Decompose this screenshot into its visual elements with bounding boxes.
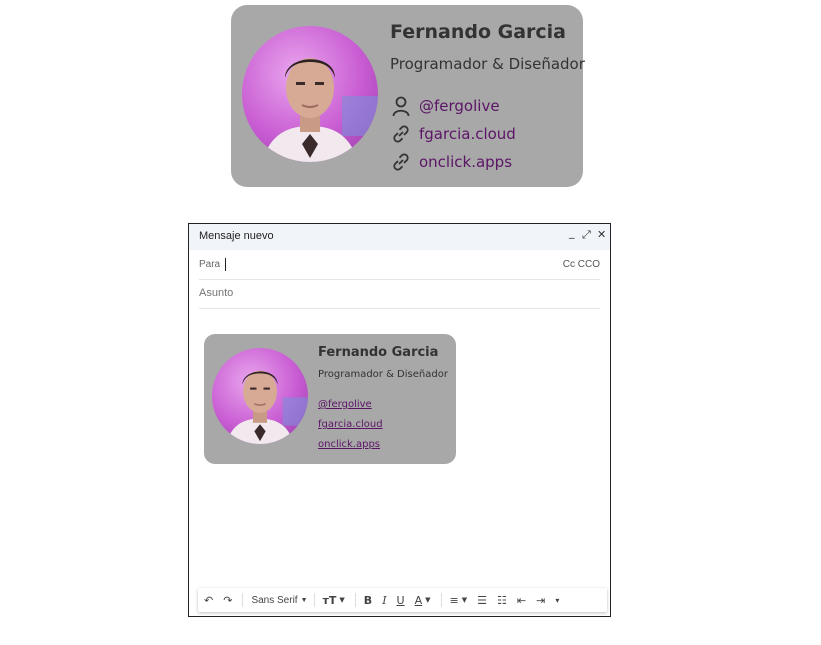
font-select[interactable]: Sans Serif ▼	[251, 595, 307, 606]
signature-link-text[interactable]: @fergolive	[419, 97, 500, 115]
divider	[313, 593, 315, 607]
avatar	[242, 26, 378, 162]
compose-window: Mensaje nuevo _ ⤢ ✕ Para Cc CCO Asunto F…	[188, 223, 611, 617]
chevron-down-icon: ▼	[461, 596, 468, 604]
chevron-down-icon: ▼	[425, 596, 431, 604]
signature-link-text[interactable]: fgarcia.cloud	[419, 125, 516, 143]
signature-link-apps[interactable]: onclick.apps	[390, 150, 512, 174]
italic-button[interactable]: I	[382, 594, 386, 607]
signature-link-website[interactable]: fgarcia.cloud	[318, 419, 383, 430]
signature-link-website[interactable]: fgarcia.cloud	[390, 122, 516, 146]
text-color-icon: A	[414, 593, 423, 607]
font-select-value: Sans Serif	[251, 594, 298, 606]
link-icon	[390, 151, 412, 173]
expand-icon[interactable]: ⤢	[582, 228, 591, 242]
indent-less-icon[interactable]: ⇤	[517, 594, 526, 607]
cc-bcc-button[interactable]: Cc CCO	[563, 259, 600, 270]
signature-role: Programador & Diseñador	[318, 369, 448, 380]
close-icon[interactable]: ✕	[597, 228, 606, 241]
divider	[440, 593, 442, 607]
avatar	[212, 348, 308, 444]
subject-row[interactable]	[199, 280, 600, 309]
chevron-down-icon: ▼	[300, 596, 308, 604]
divider	[354, 593, 356, 607]
signature-role: Programador & Diseñador	[390, 55, 585, 73]
signature-card-body: Fernando Garcia Programador & Diseñador …	[204, 334, 456, 464]
subject-input[interactable]	[199, 286, 519, 300]
divider	[242, 593, 244, 607]
text-size-icon: тT	[322, 593, 337, 607]
to-label: Para	[199, 259, 221, 270]
signature-link-social[interactable]: @fergolive	[390, 94, 500, 118]
signature-name: Fernando Garcia	[390, 21, 566, 43]
signature-card-preview: Fernando Garcia Programador & Diseñador …	[231, 5, 585, 187]
minimize-icon[interactable]: _	[569, 226, 575, 239]
to-input[interactable]	[225, 257, 545, 271]
indent-more-icon[interactable]: ⇥	[536, 594, 545, 607]
recipients-row[interactable]: Para Cc CCO	[199, 251, 600, 280]
redo-icon[interactable]: ↷	[223, 594, 232, 607]
text-size-button[interactable]: тT ▼	[323, 594, 345, 607]
signature-link-social[interactable]: @fergolive	[318, 399, 372, 410]
underline-button[interactable]: U	[397, 594, 405, 607]
chevron-down-icon: ▼	[339, 596, 345, 604]
link-icon	[390, 123, 412, 145]
bullet-list-icon[interactable]: ☷	[497, 594, 507, 607]
undo-icon[interactable]: ↶	[204, 594, 213, 607]
formatting-toolbar: ↶ ↷ Sans Serif ▼ тT ▼ B I U A ▼ ≡ ▼ ☰ ☷ ⇤ ⇥ …	[198, 588, 607, 612]
bold-button[interactable]: B	[364, 594, 372, 607]
align-button[interactable]: ≡ ▼	[450, 594, 468, 607]
signature-name: Fernando Garcia	[318, 345, 439, 360]
text-color-button[interactable]: A ▼	[415, 594, 431, 607]
signature-link-text[interactable]: onclick.apps	[419, 153, 512, 171]
compose-title: Mensaje nuevo	[199, 230, 274, 242]
signature-link-apps[interactable]: onclick.apps	[318, 439, 380, 450]
compose-header: Mensaje nuevo _ ⤢ ✕	[189, 224, 610, 250]
numbered-list-icon[interactable]: ☰	[477, 594, 487, 607]
more-formatting-icon[interactable]: ▾	[555, 596, 559, 605]
align-icon: ≡	[449, 593, 459, 607]
user-icon	[390, 95, 412, 117]
